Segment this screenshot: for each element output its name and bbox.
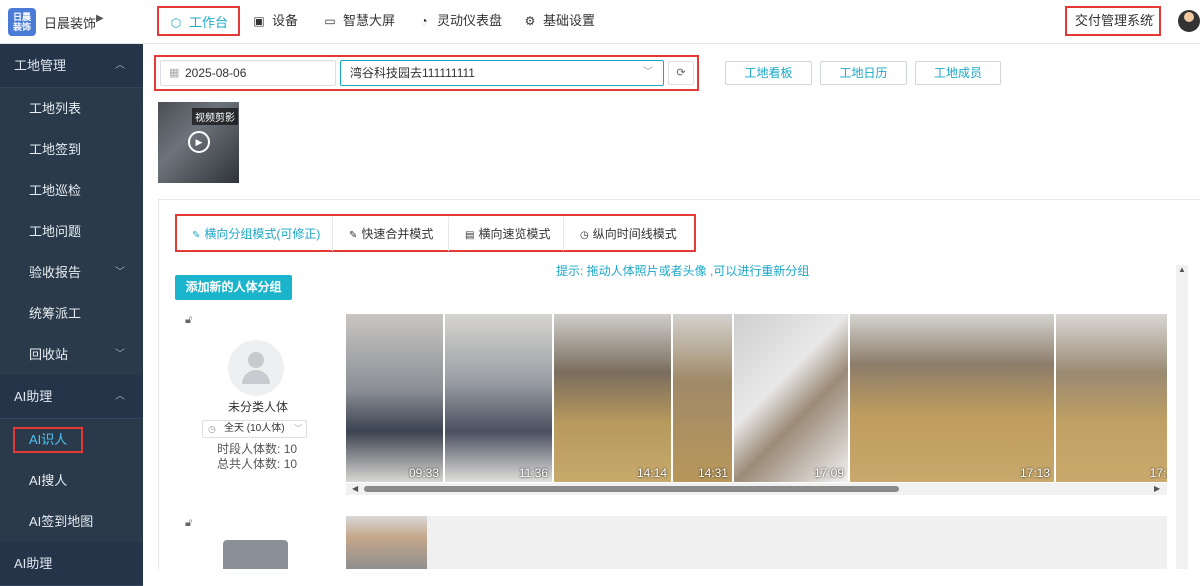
site-members-button[interactable]: 工地成员 [915, 61, 1001, 85]
sidebar-item-recycle-bin[interactable]: 回收站 ﹀ [0, 334, 143, 375]
nav-device[interactable]: ▣ 设备 [242, 6, 308, 36]
person-photo[interactable]: 17:13 [850, 314, 1054, 482]
site-select[interactable]: 湾谷科技园去111111111 ﹀ [340, 60, 664, 86]
edit-icon: ✎ [192, 230, 201, 241]
hint-text: 提示: 拖动人体照片或者头像 ,可以进行重新分组 [556, 264, 810, 278]
chevron-up-icon: ︿ [115, 391, 125, 402]
monitor-icon: ▭ [324, 14, 336, 28]
caret-right-icon[interactable]: ▶ [96, 13, 104, 24]
tab-quick-merge[interactable]: ✎ 快速合并模式 [337, 217, 449, 251]
sidebar: 工地管理 ︿ 工地列表 工地签到 工地巡检 工地问题 验收报告 ﹀ 统筹派工 回… [0, 44, 143, 586]
photo-strip [346, 516, 1167, 569]
vertical-scrollbar[interactable] [1176, 265, 1188, 569]
site-board-button[interactable]: 工地看板 [725, 61, 812, 85]
sidebar-item-site-inspection[interactable]: 工地巡检 [0, 170, 143, 211]
tab-vertical-timeline[interactable]: ◷ 纵向时间线模式 [568, 217, 693, 251]
sidebar-item-ai-search[interactable]: AI搜人 [0, 460, 143, 501]
lock-icon[interactable]: 🔓︎ [185, 314, 192, 327]
time-range-select[interactable]: ◷ 全天 (10人体) ﹀ [202, 420, 307, 438]
sidebar-item-site-checkin[interactable]: 工地签到 [0, 129, 143, 170]
chevron-down-icon: ﹀ [115, 267, 125, 278]
person-photo[interactable]: 17:09 [734, 314, 848, 482]
dashboard-icon: ◔ [420, 14, 428, 28]
sidebar-group-ai-2[interactable]: AI助理 [0, 542, 143, 586]
system-select[interactable]: 交付管理系统 ﹀ [1065, 6, 1161, 36]
nav-settings[interactable]: ⚙ 基础设置 [513, 6, 605, 36]
group-name: 未分类人体 [228, 400, 289, 414]
nav-smart-screen[interactable]: ▭ 智慧大屏 [313, 6, 405, 36]
date-picker[interactable]: ▦ 2025-08-06 [160, 60, 336, 86]
sidebar-group-ai[interactable]: AI助理 ︿ [0, 375, 143, 419]
edit-icon: ✎ [349, 230, 358, 241]
add-group-button[interactable]: 添加新的人体分组 [175, 275, 292, 300]
refresh-button[interactable]: ⟳ [668, 61, 694, 85]
person-photo[interactable]: 14:14 [554, 314, 671, 482]
avatar[interactable] [228, 340, 284, 396]
sidebar-item-ai-checkin-map[interactable]: AI签到地图 [0, 501, 143, 542]
person-photo[interactable]: 14:31 [673, 314, 732, 482]
clock-icon: ◷ [208, 424, 216, 434]
sidebar-item-dispatch[interactable]: 统筹派工 [0, 293, 143, 334]
chevron-down-icon: ﹀ [294, 424, 302, 433]
sidebar-item-site-issues[interactable]: 工地问题 [0, 211, 143, 252]
sidebar-item-ai-recognize[interactable]: AI识人 [0, 419, 143, 460]
video-label: 视频剪影 [192, 108, 238, 125]
app-logo[interactable]: 日晨 装饰 [8, 8, 36, 36]
sidebar-item-acceptance-report[interactable]: 验收报告 ﹀ [0, 252, 143, 293]
nav-dashboard[interactable]: ◔ 灵动仪表盘 [407, 6, 512, 36]
play-icon[interactable]: ▶ [188, 131, 210, 153]
refresh-icon: ⟳ [676, 67, 686, 79]
top-bar: 日晨 装饰 日晨装饰 ▶ ⬡ 工作台 ▣ 设备 ▭ 智慧大屏 ◔ 灵动仪表盘 ⚙ 基础设置 … [0, 0, 1200, 44]
lock-icon[interactable]: 🔓︎ [185, 517, 192, 530]
scrollbar-thumb[interactable] [364, 486, 899, 492]
nav-workbench[interactable]: ⬡ 工作台 [157, 6, 241, 36]
person-photo[interactable]: 11:36 [445, 314, 552, 482]
avatar[interactable] [223, 540, 288, 569]
person-photo[interactable] [346, 516, 427, 569]
site-calendar-button[interactable]: 工地日历 [820, 61, 907, 85]
scroll-left-icon[interactable]: ◀ [352, 484, 358, 493]
sidebar-group-site[interactable]: 工地管理 ︿ [0, 44, 143, 88]
total-count: 总共人体数: 10 [217, 457, 298, 471]
tab-horizontal-preview[interactable]: ▤ 横向速览模式 [453, 217, 564, 251]
gear-icon: ⚙ [524, 14, 536, 28]
doc-icon: ▤ [465, 230, 475, 241]
chevron-down-icon: ﹀ [1145, 15, 1155, 26]
chevron-up-icon: ︿ [115, 60, 125, 71]
cube-icon: ⬡ [170, 16, 182, 30]
person-photo[interactable]: 17:2 [1056, 314, 1167, 482]
person-photo[interactable]: 09:33 [346, 314, 443, 482]
scroll-up-icon[interactable]: ▲ [1178, 265, 1186, 274]
calendar-icon: ▦ [169, 67, 180, 79]
device-icon: ▣ [253, 14, 265, 28]
tab-horizontal-group[interactable]: ✎ 横向分组模式(可修正) [180, 217, 333, 251]
sidebar-item-site-list[interactable]: 工地列表 [0, 88, 143, 129]
user-avatar[interactable] [1178, 10, 1200, 32]
chevron-down-icon: ﹀ [115, 349, 125, 360]
chevron-down-icon: ﹀ [643, 67, 653, 78]
brand-name[interactable]: 日晨装饰 [44, 13, 96, 32]
scroll-right-icon[interactable]: ▶ [1154, 484, 1160, 493]
clock-icon: ◷ [580, 230, 589, 241]
